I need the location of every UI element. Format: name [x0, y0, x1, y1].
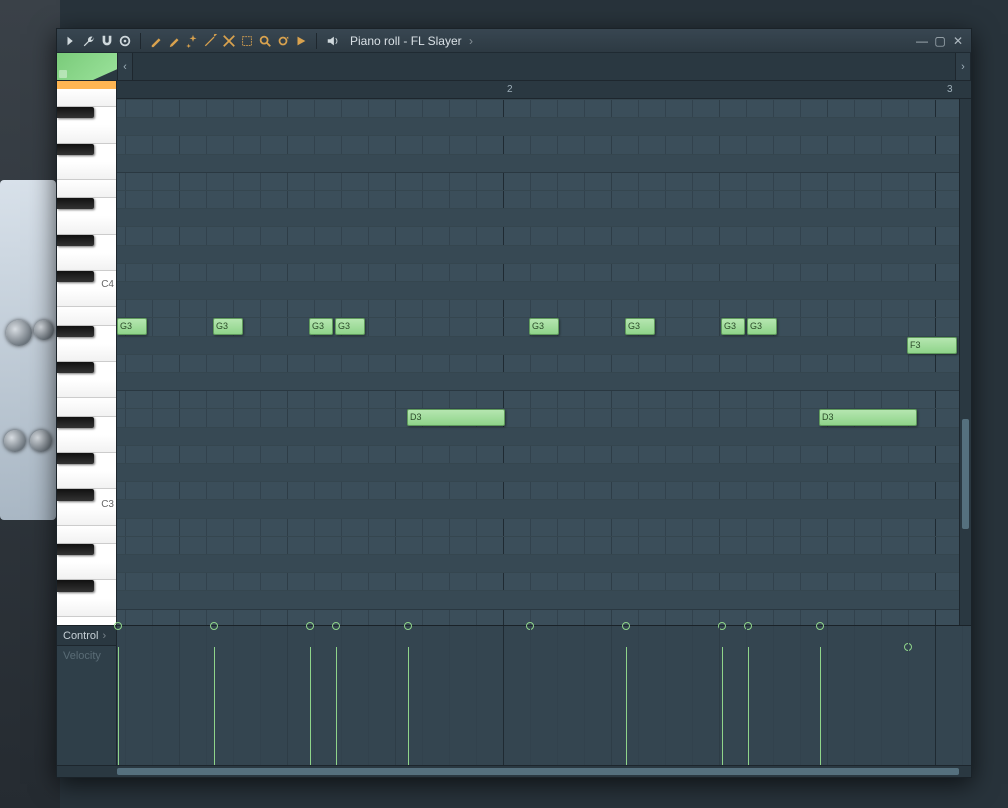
scroll-left-button[interactable]: ‹ [117, 53, 133, 80]
vertical-scroll-thumb[interactable] [962, 419, 969, 529]
note[interactable]: G3 [625, 318, 655, 335]
black-key[interactable] [57, 107, 94, 118]
velocity-handle[interactable] [816, 622, 824, 630]
maximize-button[interactable]: ▢ [933, 34, 947, 48]
note[interactable]: G3 [309, 318, 333, 335]
velocity-stem[interactable] [336, 647, 337, 765]
paint-tool-icon[interactable] [167, 33, 182, 48]
note[interactable]: G3 [335, 318, 365, 335]
black-key[interactable] [57, 453, 94, 464]
close-button[interactable]: ✕ [951, 34, 965, 48]
minimize-button[interactable]: — [915, 34, 929, 48]
slice-tool-icon[interactable] [203, 33, 218, 48]
velocity-handle[interactable] [404, 622, 412, 630]
speaker-icon[interactable] [325, 33, 340, 48]
menu-caret-icon[interactable] [63, 33, 78, 48]
grid-lines [117, 99, 971, 625]
draw-tool-icon[interactable] [149, 33, 164, 48]
velocity-stem[interactable] [310, 647, 311, 765]
white-key[interactable] [57, 253, 116, 271]
note[interactable]: G3 [747, 318, 777, 335]
background-knobs [0, 0, 56, 808]
bar-number: 3 [947, 84, 953, 95]
playback-tool-icon[interactable] [293, 33, 308, 48]
mute-tool-icon[interactable] [221, 33, 236, 48]
velocity-handle[interactable] [622, 622, 630, 630]
black-key[interactable] [57, 235, 94, 246]
white-key[interactable] [57, 125, 116, 143]
control-selector[interactable]: Control › [57, 626, 116, 646]
select-tool-icon[interactable] [239, 33, 254, 48]
white-key[interactable] [57, 89, 116, 107]
velocity-stem[interactable] [408, 647, 409, 765]
key-label: C3 [101, 499, 114, 624]
control-lane-header: Control › Velocity [57, 626, 117, 765]
black-key[interactable] [57, 144, 94, 155]
velocity-stem[interactable] [214, 647, 215, 765]
velocity-canvas[interactable] [117, 626, 971, 765]
separator [140, 33, 141, 49]
bar-number: 2 [507, 84, 513, 95]
grid-area: 23 G3G3G3G3D3G3G3G3G3D3F3 [117, 81, 971, 625]
piano-column: C4C3 [57, 81, 117, 625]
magic-tool-icon[interactable] [185, 33, 200, 48]
black-key[interactable] [57, 271, 94, 282]
note[interactable]: G3 [529, 318, 559, 335]
note[interactable]: G3 [721, 318, 745, 335]
white-key[interactable] [57, 180, 116, 198]
zoom-tool-icon[interactable] [257, 33, 272, 48]
black-key[interactable] [57, 362, 94, 373]
horizontal-scroll-thumb[interactable] [117, 768, 959, 775]
velocity-handle[interactable] [210, 622, 218, 630]
wrench-icon[interactable] [81, 33, 96, 48]
note[interactable]: G3 [213, 318, 243, 335]
loop-tool-icon[interactable] [275, 33, 290, 48]
black-key[interactable] [57, 580, 94, 591]
speaker-group [325, 33, 340, 48]
titlebar[interactable]: Piano roll - FL Slayer › — ▢ ✕ [57, 29, 971, 53]
scroll-right-button[interactable]: › [955, 53, 971, 80]
white-key[interactable] [57, 162, 116, 180]
velocity-handle[interactable] [306, 622, 314, 630]
black-key[interactable] [57, 198, 94, 209]
vertical-scrollbar[interactable] [959, 99, 971, 625]
velocity-stem[interactable] [118, 647, 119, 765]
velocity-stem[interactable] [722, 647, 723, 765]
black-key[interactable] [57, 489, 94, 500]
horizontal-scrollbar[interactable] [57, 765, 971, 777]
black-key[interactable] [57, 326, 94, 337]
magnet-icon[interactable] [99, 33, 114, 48]
note[interactable]: G3 [117, 318, 147, 335]
white-key[interactable] [57, 216, 116, 234]
black-key[interactable] [57, 544, 94, 555]
app-background: Piano roll - FL Slayer › — ▢ ✕ ‹ › C4C3 … [0, 0, 1008, 808]
black-key[interactable] [57, 417, 94, 428]
overview-track[interactable] [133, 53, 955, 80]
pattern-strip: ‹ › [57, 53, 971, 81]
window-controls: — ▢ ✕ [915, 34, 965, 48]
separator [316, 33, 317, 49]
piano-keyboard[interactable]: C4C3 [57, 89, 116, 625]
velocity-stem[interactable] [820, 647, 821, 765]
timeline-ruler[interactable]: 23 [117, 81, 971, 99]
piano-roll-window: Piano roll - FL Slayer › — ▢ ✕ ‹ › C4C3 … [56, 28, 972, 778]
velocity-stem[interactable] [626, 647, 627, 765]
note[interactable]: F3 [907, 337, 957, 354]
tool-icons [149, 33, 308, 48]
target-channel-tab[interactable] [57, 53, 117, 80]
titlebar-left-icons [63, 33, 132, 48]
note[interactable]: D3 [407, 409, 505, 426]
note-grid[interactable]: G3G3G3G3D3G3G3G3G3D3F3 [117, 99, 971, 625]
options-icon[interactable] [117, 33, 132, 48]
velocity-handle[interactable] [114, 622, 122, 630]
note[interactable]: D3 [819, 409, 917, 426]
main-area: C4C3 23 G3G3G3G3D3G3G3G3G3D3F3 [57, 81, 971, 625]
control-lane: Control › Velocity [57, 625, 971, 765]
play-marker-origin[interactable] [57, 81, 116, 89]
velocity-handle[interactable] [332, 622, 340, 630]
window-title: Piano roll - FL Slayer › [350, 34, 909, 48]
control-type-label[interactable]: Velocity [57, 646, 116, 666]
velocity-stem[interactable] [748, 647, 749, 765]
